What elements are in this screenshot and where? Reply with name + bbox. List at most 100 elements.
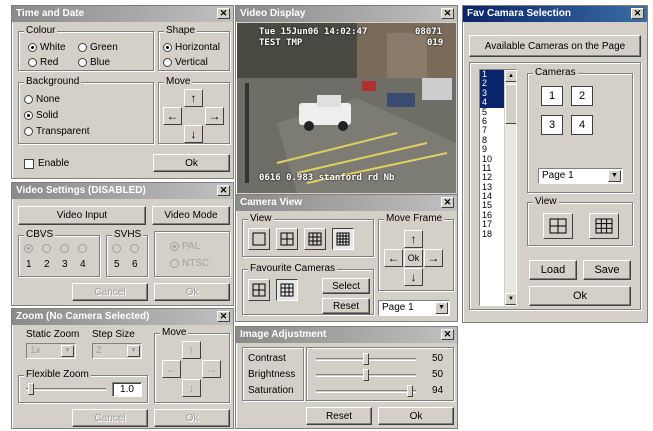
svhs-radio-5[interactable] (112, 244, 124, 253)
move-left-button[interactable]: ← (163, 107, 182, 125)
fav-load-button[interactable]: Load (529, 260, 577, 280)
fav-ok-button[interactable]: Ok (529, 286, 631, 306)
close-icon[interactable]: ✕ (441, 197, 454, 208)
camera-slot-4[interactable]: 4 (571, 115, 593, 135)
cbvs-radio-3[interactable] (60, 244, 72, 253)
close-icon[interactable]: ✕ (441, 329, 454, 340)
view-2x2-icon[interactable] (543, 213, 573, 239)
radio-dot (163, 43, 172, 52)
camera-slot-3[interactable]: 3 (541, 115, 563, 135)
zoom-up-button[interactable]: ↑ (182, 341, 201, 359)
zoom-ok-button[interactable]: Ok (154, 409, 230, 427)
camera-view-label: View (248, 213, 274, 224)
step-size-select[interactable]: 2 ▼ (92, 343, 142, 359)
video-input-button[interactable]: Video Input (18, 206, 146, 225)
fav-save-button[interactable]: Save (583, 260, 631, 280)
time-date-ok-button[interactable]: Ok (153, 154, 230, 172)
contrast-value: 50 (432, 353, 444, 364)
colour-label: Colour (24, 25, 58, 36)
fav-3x3-icon[interactable] (276, 279, 298, 301)
move-down-button[interactable]: ↓ (184, 125, 203, 143)
zoom-left-button[interactable]: ← (162, 360, 181, 378)
pal-radio[interactable]: PAL (170, 241, 200, 252)
zoom-down-button[interactable]: ↓ (182, 379, 201, 397)
camera-view-window: Camera View ✕ View Move Frame ↑ ← Ok → ↓ … (235, 194, 458, 322)
view-3x3-icon[interactable] (304, 228, 326, 250)
cbvs-radio-1[interactable] (24, 244, 36, 253)
cbvs-radio-4[interactable] (78, 244, 90, 253)
cbvs-radio-2[interactable] (42, 244, 54, 253)
radio-dot (170, 259, 179, 268)
video-settings-ok-button[interactable]: Ok (154, 283, 230, 301)
close-icon[interactable]: ✕ (217, 8, 230, 19)
radio-dot (130, 244, 139, 253)
flexible-zoom-track[interactable] (26, 388, 106, 391)
chevron-down-icon[interactable]: ▼ (61, 345, 74, 357)
video-feed[interactable]: Tue 15Jun06 14:02:47 08071 TEST TMP 019 … (237, 23, 456, 193)
saturation-thumb[interactable] (407, 385, 413, 397)
close-icon[interactable]: ✕ (217, 311, 230, 322)
camera-slot-2[interactable]: 2 (571, 86, 593, 106)
available-cameras-button[interactable]: Available Cameras on the Page (469, 35, 641, 57)
colour-blue-radio[interactable]: Blue (78, 57, 110, 68)
favourite-cameras-label: Favourite Cameras (248, 263, 338, 274)
video-settings-cancel-button[interactable]: Cancel (72, 283, 148, 301)
shape-horizontal-radio[interactable]: Horizontal (163, 42, 220, 53)
frame-up-button[interactable]: ↑ (404, 230, 423, 248)
view-4x4-icon[interactable] (332, 228, 354, 250)
colour-red-radio[interactable]: Red (28, 57, 58, 68)
fav-select-button[interactable]: Select (322, 278, 370, 294)
flexible-zoom-thumb[interactable] (28, 383, 34, 395)
frame-down-button[interactable]: ↓ (404, 268, 423, 286)
close-icon[interactable]: ✕ (631, 8, 644, 19)
ntsc-radio[interactable]: NTSC (170, 258, 209, 269)
background-solid-radio[interactable]: Solid (24, 110, 58, 121)
camera-slot-1[interactable]: 1 (541, 86, 563, 106)
chevron-down-icon[interactable]: ▼ (608, 170, 621, 182)
frame-ok-button[interactable]: Ok (404, 249, 423, 267)
zoom-right-button[interactable]: → (202, 360, 221, 378)
image-adjustment-title: Image Adjustment ✕ (236, 327, 457, 343)
scroll-thumb[interactable] (505, 84, 516, 124)
frame-left-button[interactable]: ← (384, 249, 403, 267)
colour-green-radio[interactable]: Green (78, 42, 118, 53)
close-icon[interactable]: ✕ (217, 185, 230, 196)
move-up-button[interactable]: ↑ (184, 89, 203, 107)
radio-dot (24, 111, 33, 120)
listbox-scrollbar[interactable]: ▲ ▼ (504, 70, 516, 305)
background-transparent-radio[interactable]: Transparent (24, 126, 90, 137)
contrast-thumb[interactable] (363, 353, 369, 365)
image-adjustment-ok-button[interactable]: Ok (378, 407, 454, 425)
radio-dot (78, 244, 87, 253)
video-mode-button[interactable]: Video Mode (152, 206, 230, 225)
shape-label: Shape (164, 25, 197, 36)
fav-page-select[interactable]: Page 1 ▼ (538, 168, 623, 184)
time-and-date-title: Time and Date ✕ (12, 6, 233, 22)
scroll-up-icon[interactable]: ▲ (505, 70, 516, 82)
saturation-track[interactable] (316, 390, 416, 393)
saturation-value: 94 (432, 385, 444, 396)
move-right-button[interactable]: → (205, 107, 224, 125)
frame-right-button[interactable]: → (424, 249, 443, 267)
image-adjustment-reset-button[interactable]: Reset (306, 407, 372, 425)
view-2x2-icon[interactable] (276, 228, 298, 250)
static-zoom-select[interactable]: 1x ▼ (26, 343, 76, 359)
brightness-thumb[interactable] (363, 369, 369, 381)
fav-2x2-icon[interactable] (248, 279, 270, 301)
camera-view-page-select[interactable]: Page 1 ▼ (378, 300, 450, 316)
chevron-down-icon[interactable]: ▼ (127, 345, 140, 357)
shape-vertical-radio[interactable]: Vertical (163, 57, 208, 68)
view-1x1-icon[interactable] (248, 228, 270, 250)
background-none-radio[interactable]: None (24, 94, 60, 105)
view-3x3-icon[interactable] (589, 213, 619, 239)
colour-white-radio[interactable]: White (28, 42, 66, 53)
radio-dot (24, 244, 33, 253)
svhs-radio-6[interactable] (130, 244, 142, 253)
scroll-down-icon[interactable]: ▼ (505, 293, 516, 305)
zoom-cancel-button[interactable]: Cancel (72, 409, 148, 427)
close-icon[interactable]: ✕ (441, 8, 454, 19)
chevron-down-icon[interactable]: ▼ (435, 302, 448, 314)
fav-reset-button[interactable]: Reset (322, 298, 370, 314)
camera-listbox[interactable]: 1 2 3 4 5 6 7 8 9 10 11 12 13 14 15 16 17 18 ▲ ▼ (479, 69, 517, 306)
enable-checkbox[interactable]: Enable (24, 158, 69, 169)
